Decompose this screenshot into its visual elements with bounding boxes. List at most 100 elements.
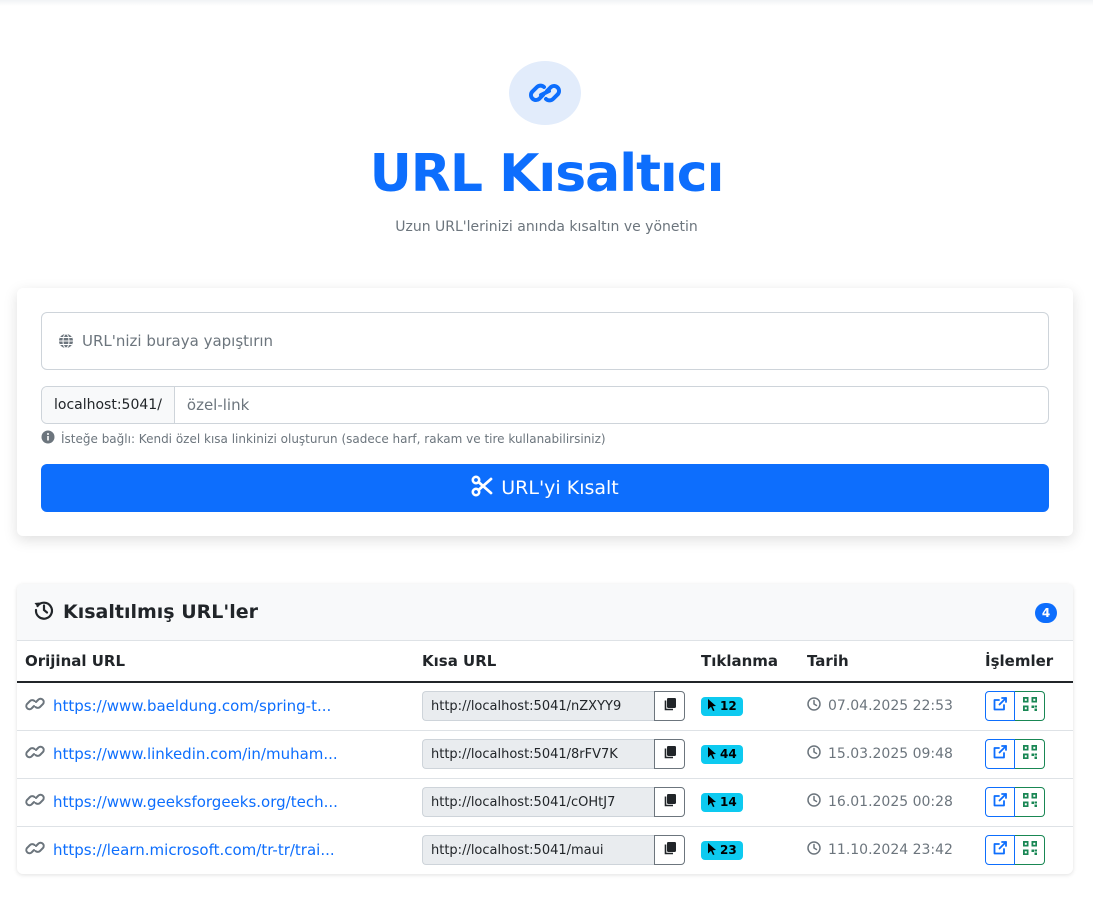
- original-url-cell: https://learn.microsoft.com/tr-tr/trai..…: [25, 840, 406, 860]
- short-url-field[interactable]: http://localhost:5041/8rFV7K: [422, 739, 654, 769]
- url-input[interactable]: URL'nizi buraya yapıştırın: [41, 312, 1049, 370]
- link-icon: [25, 744, 45, 764]
- alias-prefix: localhost:5041/: [42, 387, 175, 423]
- link-icon: [25, 840, 45, 860]
- click-count-badge: 12: [701, 696, 743, 716]
- original-url-link[interactable]: https://www.linkedin.com/in/muham...: [53, 745, 338, 763]
- row-actions: [985, 787, 1065, 817]
- table-header-row: Orijinal URL Kısa URL Tıklanma Tarih İşl…: [17, 641, 1073, 683]
- original-url-link[interactable]: https://www.geeksforgeeks.org/tech...: [53, 793, 338, 811]
- qr-code-button[interactable]: [1015, 691, 1045, 722]
- cursor-icon: [707, 698, 717, 714]
- page-title: URL Kısaltıcı: [369, 144, 725, 204]
- globe-icon: [58, 333, 74, 349]
- date-text: 07.04.2025 22:53: [828, 698, 953, 715]
- shorten-form-card: URL'nizi buraya yapıştırın localhost:504…: [17, 288, 1073, 536]
- col-clicks: Tıklanma: [693, 641, 799, 683]
- short-url-group: http://localhost:5041/maui: [422, 835, 685, 866]
- qr-code-button[interactable]: [1015, 787, 1045, 817]
- table-row: https://learn.microsoft.com/tr-tr/trai..…: [17, 826, 1073, 874]
- click-count: 23: [720, 843, 737, 858]
- clock-icon: [807, 793, 821, 811]
- count-badge: 4: [1035, 603, 1057, 623]
- open-link-button[interactable]: [985, 835, 1015, 866]
- scissors-icon: [471, 474, 493, 502]
- date-cell: 07.04.2025 22:53: [807, 697, 969, 715]
- row-actions: [985, 835, 1065, 866]
- history-icon: [33, 599, 55, 625]
- table-row: https://www.baeldung.com/spring-t... htt…: [17, 682, 1073, 731]
- col-short-url: Kısa URL: [414, 641, 693, 683]
- shorten-button-label: URL'yi Kısalt: [501, 477, 619, 499]
- qr-code-button[interactable]: [1015, 835, 1045, 866]
- link-icon: [25, 792, 45, 812]
- qr-code-icon: [1022, 745, 1037, 763]
- qr-code-button[interactable]: [1015, 739, 1045, 769]
- copy-button[interactable]: [654, 787, 685, 817]
- url-input-placeholder: URL'nizi buraya yapıştırın: [82, 332, 274, 350]
- clock-icon: [807, 697, 821, 715]
- col-actions: İşlemler: [977, 641, 1073, 683]
- date-cell: 15.03.2025 09:48: [807, 745, 969, 763]
- cursor-icon: [707, 746, 717, 762]
- click-count-badge: 23: [701, 840, 743, 860]
- info-icon: [41, 430, 55, 447]
- cursor-icon: [707, 842, 717, 858]
- list-title: Kısaltılmış URL'ler: [63, 601, 258, 623]
- table-row: https://www.linkedin.com/in/muham... htt…: [17, 730, 1073, 779]
- date-cell: 11.10.2024 23:42: [807, 841, 969, 859]
- alias-hint: İsteğe bağlı: Kendi özel kısa linkinizi …: [41, 430, 606, 447]
- list-header: Kısaltılmış URL'ler 4: [17, 584, 1073, 641]
- external-link-icon: [992, 840, 1008, 860]
- cursor-icon: [707, 794, 717, 810]
- row-actions: [985, 739, 1065, 769]
- short-url-group: http://localhost:5041/cOHtJ7: [422, 787, 685, 817]
- short-url-field[interactable]: http://localhost:5041/nZXYY9: [422, 691, 654, 722]
- table-row: https://www.geeksforgeeks.org/tech... ht…: [17, 778, 1073, 827]
- original-url-link[interactable]: https://www.baeldung.com/spring-t...: [53, 697, 331, 715]
- alias-hint-text: İsteğe bağlı: Kendi özel kısa linkinizi …: [61, 431, 606, 446]
- original-url-cell: https://www.geeksforgeeks.org/tech...: [25, 792, 406, 812]
- click-count: 44: [720, 747, 737, 761]
- click-count: 14: [720, 795, 737, 809]
- short-url-group: http://localhost:5041/8rFV7K: [422, 739, 685, 769]
- external-link-icon: [992, 696, 1008, 716]
- shortened-urls-card: Kısaltılmış URL'ler 4 Orijinal URL Kısa …: [17, 584, 1073, 874]
- qr-code-icon: [1022, 841, 1037, 859]
- copy-icon: [663, 841, 677, 859]
- logo-link-icon: [509, 61, 581, 125]
- clock-icon: [807, 841, 821, 859]
- date-cell: 16.01.2025 00:28: [807, 793, 969, 811]
- click-count-badge: 14: [701, 792, 743, 812]
- qr-code-icon: [1022, 697, 1037, 715]
- short-url-group: http://localhost:5041/nZXYY9: [422, 691, 685, 722]
- custom-alias-group: localhost:5041/ özel-link: [41, 386, 1049, 424]
- open-link-button[interactable]: [985, 739, 1015, 769]
- copy-icon: [663, 697, 677, 715]
- short-url-field[interactable]: http://localhost:5041/cOHtJ7: [422, 787, 654, 817]
- top-shadow: [0, 0, 1093, 6]
- shorten-button[interactable]: URL'yi Kısalt: [41, 464, 1049, 512]
- open-link-button[interactable]: [985, 787, 1015, 817]
- open-link-button[interactable]: [985, 691, 1015, 722]
- original-url-cell: https://www.linkedin.com/in/muham...: [25, 744, 406, 764]
- copy-button[interactable]: [654, 691, 685, 722]
- row-actions: [985, 691, 1065, 722]
- clock-icon: [807, 745, 821, 763]
- date-text: 15.03.2025 09:48: [828, 746, 953, 762]
- original-url-cell: https://www.baeldung.com/spring-t...: [25, 696, 406, 716]
- custom-alias-input[interactable]: özel-link: [175, 387, 261, 423]
- original-url-link[interactable]: https://learn.microsoft.com/tr-tr/trai..…: [53, 841, 335, 859]
- col-date: Tarih: [799, 641, 977, 683]
- copy-icon: [663, 793, 677, 811]
- date-text: 11.10.2024 23:42: [828, 842, 953, 859]
- link-icon: [25, 696, 45, 716]
- copy-button[interactable]: [654, 835, 685, 866]
- copy-icon: [663, 745, 677, 763]
- short-url-field[interactable]: http://localhost:5041/maui: [422, 835, 654, 866]
- external-link-icon: [992, 744, 1008, 764]
- page-subtitle: Uzun URL'lerinizi anında kısaltın ve yön…: [395, 219, 698, 235]
- copy-button[interactable]: [654, 739, 685, 769]
- external-link-icon: [992, 792, 1008, 812]
- click-count-badge: 44: [701, 744, 743, 764]
